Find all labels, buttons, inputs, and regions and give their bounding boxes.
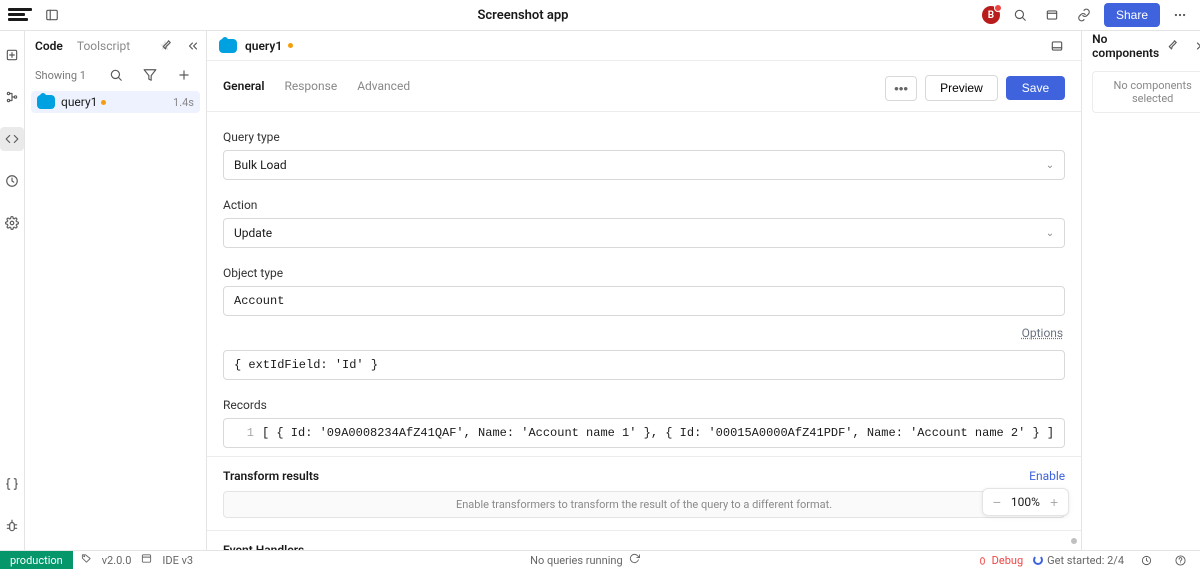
add-icon[interactable] [0, 43, 24, 67]
bug-icon[interactable] [0, 514, 24, 538]
ide-version[interactable]: IDE v3 [162, 554, 193, 567]
zoom-control: − 100% + [982, 488, 1069, 516]
chevron-down-icon: ⌄ [1046, 160, 1054, 171]
inspector-title: No components [1092, 32, 1159, 60]
app-header: Screenshot app B Share [0, 0, 1200, 31]
object-type-label: Object type [223, 266, 1065, 280]
more-icon[interactable] [1168, 3, 1192, 27]
zoom-in-button[interactable]: + [1050, 494, 1058, 510]
refresh-icon[interactable] [629, 553, 640, 567]
debug-button[interactable]: Debug [977, 554, 1023, 567]
action-label: Action [223, 198, 1065, 212]
tab-advanced[interactable]: Advanced [357, 79, 410, 97]
transform-hint: Enable transformers to transform the res… [223, 491, 1065, 518]
query-type-label: Query type [223, 130, 1065, 144]
settings-icon[interactable] [0, 211, 24, 235]
tree-icon[interactable] [0, 85, 24, 109]
history-icon[interactable] [0, 169, 24, 193]
tab-toolscript[interactable]: Toolscript [77, 39, 130, 53]
showing-count: Showing 1 [35, 69, 86, 82]
tab-general[interactable]: General [223, 79, 264, 97]
share-button[interactable]: Share [1104, 3, 1160, 27]
zoom-value: 100% [1011, 495, 1040, 509]
object-type-input[interactable]: Account [223, 286, 1065, 316]
braces-icon[interactable] [0, 472, 24, 496]
collapse-right-icon[interactable] [1189, 34, 1200, 58]
status-bar: production v2.0.0 IDE v3 No queries runn… [0, 550, 1200, 569]
tab-code[interactable]: Code [35, 39, 63, 53]
link-icon[interactable] [1072, 3, 1096, 27]
tag-icon [81, 553, 92, 567]
environment-tag[interactable]: production [0, 551, 73, 569]
editor-panel: query1 General Response Advanced ••• Pre… [207, 31, 1081, 550]
minimize-editor-icon[interactable] [1045, 34, 1069, 58]
preview-button[interactable]: Preview [925, 75, 998, 101]
add-query-icon[interactable] [172, 63, 196, 87]
spinner-icon [1033, 555, 1043, 565]
avatar[interactable]: B [982, 6, 1000, 24]
get-started-progress[interactable]: Get started: 2/4 [1033, 554, 1124, 567]
help-icon[interactable] [1168, 548, 1192, 572]
unsaved-dot-icon [101, 100, 106, 105]
history-footer-icon[interactable] [1134, 548, 1158, 572]
chevron-down-icon: ⌄ [1046, 228, 1054, 239]
inspector-panel: No components No components selected [1081, 31, 1200, 550]
tab-response[interactable]: Response [284, 79, 337, 97]
logo[interactable] [8, 3, 32, 27]
ext-id-field-input[interactable]: { extIdField: 'Id' } [223, 350, 1065, 380]
query-list-item[interactable]: query1 1.4s [31, 91, 200, 113]
records-input[interactable]: 1 [ { Id: '09A0008234AfZ41QAF', Name: 'A… [223, 418, 1065, 448]
version-label[interactable]: v2.0.0 [102, 554, 132, 567]
action-select[interactable]: Update ⌄ [223, 218, 1065, 248]
pin-icon[interactable] [1159, 34, 1183, 58]
event-handlers-title: Event Handlers [223, 543, 1065, 550]
query-item-name: query1 [61, 95, 167, 109]
panel-toggle-icon[interactable] [40, 3, 64, 27]
enable-transform-link[interactable]: Enable [1029, 469, 1065, 483]
transform-title: Transform results [223, 469, 319, 483]
search-queries-icon[interactable] [104, 63, 128, 87]
editor-more-button[interactable]: ••• [885, 76, 917, 101]
pin-icon[interactable] [158, 34, 172, 58]
records-label: Records [223, 398, 1065, 412]
query-item-time: 1.4s [173, 96, 194, 109]
ide-icon [141, 553, 152, 567]
zoom-out-button[interactable]: − [993, 494, 1001, 510]
left-rail [0, 31, 25, 550]
options-link[interactable]: Options [223, 326, 1063, 340]
code-icon[interactable] [0, 127, 24, 151]
filter-icon[interactable] [138, 63, 162, 87]
queries-running-status: No queries running [530, 554, 623, 567]
line-number: 1 [234, 426, 254, 440]
unsaved-dot-icon [288, 43, 293, 48]
salesforce-icon [37, 95, 55, 109]
salesforce-icon [219, 39, 237, 53]
code-panel: Code Toolscript Showing 1 query1 1.4s [25, 31, 207, 550]
query-type-select[interactable]: Bulk Load ⌄ [223, 150, 1065, 180]
collapse-left-icon[interactable] [186, 34, 200, 58]
app-title: Screenshot app [72, 8, 974, 23]
search-icon[interactable] [1008, 3, 1032, 27]
inspector-empty-state: No components selected [1092, 71, 1200, 113]
save-button[interactable]: Save [1006, 76, 1065, 100]
editor-title: query1 [245, 39, 293, 53]
window-icon[interactable] [1040, 3, 1064, 27]
